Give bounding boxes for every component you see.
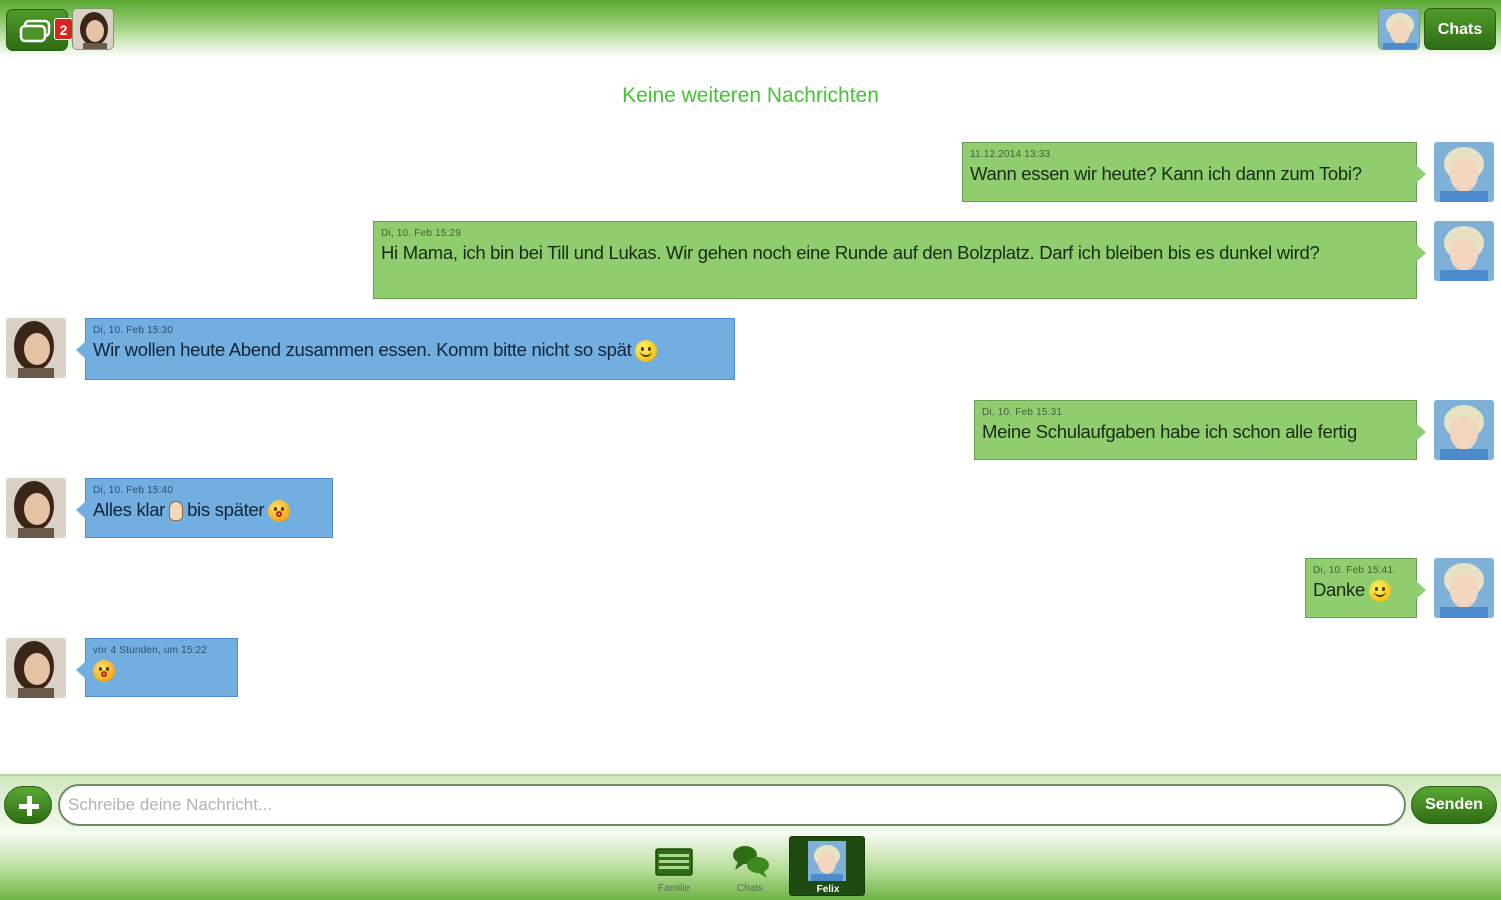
child-avatar <box>1434 558 1494 618</box>
child-avatar[interactable] <box>1378 8 1420 50</box>
message-timestamp: Di, 10. Feb 15:31 <box>982 407 1063 418</box>
wink-kiss-icon <box>268 500 291 523</box>
nav-item-label: Familie <box>657 883 691 894</box>
message-bubble-outgoing[interactable]: Di, 10. Feb 15:31 Meine Schulaufgaben ha… <box>974 400 1426 460</box>
message-text: Meine Schulaufgaben habe ich schon alle … <box>982 421 1357 442</box>
bottom-nav: Familie Chats Felix <box>0 832 1501 900</box>
thumbs-up-icon <box>169 501 184 522</box>
message-text-row <box>93 659 230 683</box>
smiley-icon <box>1368 580 1391 603</box>
send-button[interactable]: Senden <box>1411 786 1497 824</box>
message-text: Wann essen wir heute? Kann ich dann zum … <box>970 163 1362 184</box>
message-timestamp: Di, 10. Feb 15:40 <box>93 485 174 496</box>
nav-item-label: Chats <box>736 883 764 894</box>
chat-list-button[interactable]: 2 <box>6 9 73 51</box>
message-timestamp: Di, 10. Feb 15:30 <box>93 325 174 336</box>
nav-item-felix[interactable]: Felix <box>789 836 865 896</box>
message-text: bis später <box>187 499 265 520</box>
user-avatar-icon <box>808 841 846 881</box>
family-board-icon <box>655 848 693 876</box>
message-text-row: Wir wollen heute Abend zusammen essen. K… <box>93 339 727 363</box>
nav-item-chats[interactable]: Chats <box>712 836 788 896</box>
message-text: Wir wollen heute Abend zusammen essen. K… <box>93 339 632 360</box>
message-timestamp: Di, 10. Feb 15:29 <box>381 228 462 239</box>
chat-bubble-icon <box>19 19 51 43</box>
add-attachment-button[interactable] <box>4 786 52 824</box>
top-bar: 2 Chats <box>0 0 1501 58</box>
unread-badge: 2 <box>54 18 73 40</box>
wink-kiss-icon <box>93 660 115 683</box>
mother-avatar <box>6 478 66 538</box>
message-bubble-outgoing[interactable]: Di, 10. Feb 15:41 Danke <box>1305 558 1426 618</box>
message-bubble-incoming[interactable]: Di, 10. Feb 15:40 Alles klar bis später <box>76 478 333 538</box>
child-avatar <box>1434 400 1494 460</box>
message-text-row: Danke <box>1313 579 1409 603</box>
mother-avatar[interactable] <box>72 8 114 50</box>
chats-button[interactable]: Chats <box>1424 8 1496 50</box>
mother-avatar <box>6 318 66 378</box>
message-text: Danke <box>1313 579 1365 600</box>
message-bubble-incoming[interactable]: vor 4 Stunden, um 15:22 <box>76 638 238 697</box>
message-timestamp: Di, 10. Feb 15:41 <box>1313 565 1394 576</box>
message-bubble-outgoing[interactable]: 11.12.2014 13:33 Wann essen wir heute? K… <box>962 142 1426 202</box>
chat-bubbles-icon <box>733 846 769 878</box>
child-avatar <box>1434 142 1494 202</box>
nav-item-familie[interactable]: Familie <box>636 836 712 896</box>
child-avatar <box>1434 221 1494 281</box>
no-more-messages-label: Keine weiteren Nachrichten <box>622 84 879 107</box>
nav-item-label: Felix <box>816 884 840 895</box>
message-text-row: Alles klar bis später <box>93 499 325 523</box>
message-timestamp: 11.12.2014 13:33 <box>970 149 1051 160</box>
message-timestamp: vor 4 Stunden, um 15:22 <box>93 645 208 656</box>
message-input[interactable] <box>58 784 1406 826</box>
message-text: Alles klar <box>93 499 166 520</box>
message-text: Hi Mama, ich bin bei Till und Lukas. Wir… <box>381 242 1320 263</box>
mother-avatar <box>6 638 66 698</box>
compose-bar: Senden <box>0 774 1501 832</box>
message-bubble-incoming[interactable]: Di, 10. Feb 15:30 Wir wollen heute Abend… <box>76 318 735 380</box>
smiley-icon <box>635 340 658 363</box>
message-bubble-outgoing[interactable]: Di, 10. Feb 15:29 Hi Mama, ich bin bei T… <box>373 221 1426 299</box>
